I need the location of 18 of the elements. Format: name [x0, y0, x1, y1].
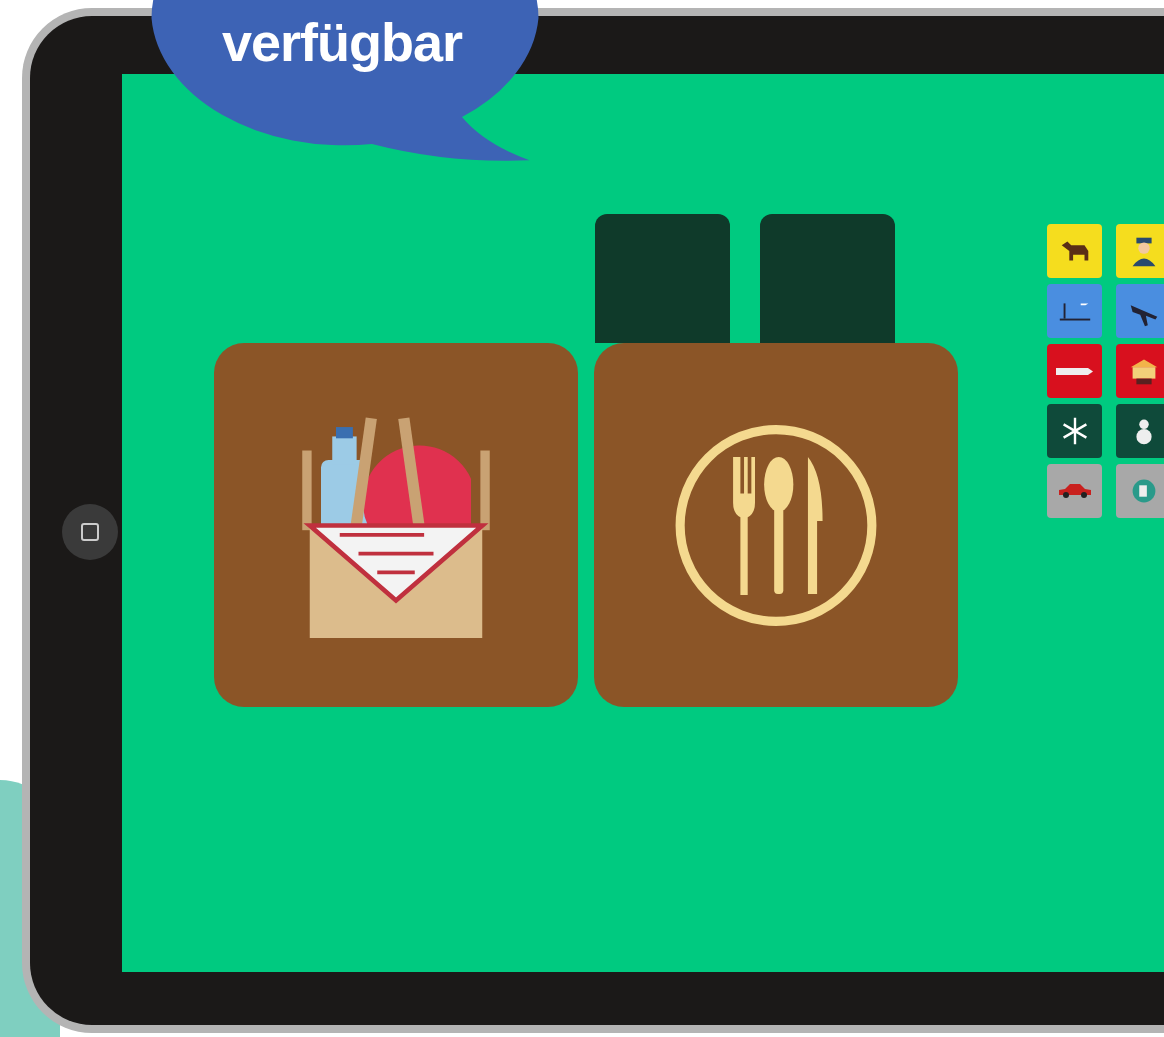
symbol-tile[interactable] [1047, 404, 1102, 458]
home-button[interactable] [62, 504, 118, 560]
symbol-tile[interactable] [1116, 404, 1164, 458]
symbol-tile[interactable] [1047, 344, 1102, 398]
symbol-tile[interactable] [1116, 464, 1164, 518]
category-tile[interactable] [594, 343, 958, 707]
folder-tile[interactable] [760, 214, 895, 343]
car-icon [1058, 484, 1091, 498]
bubble-text: verfügbar [222, 12, 463, 72]
symbol-tile[interactable] [1047, 284, 1102, 338]
folder-tile[interactable] [595, 214, 730, 343]
symbol-tile[interactable] [1116, 224, 1164, 278]
train-icon [1056, 367, 1093, 375]
symbol-tile[interactable] [1116, 284, 1164, 338]
symbol-tile[interactable] [1047, 464, 1102, 518]
symbol-tile[interactable] [1047, 224, 1102, 278]
symbol-tile[interactable] [1116, 344, 1164, 398]
category-tile[interactable] [214, 343, 578, 707]
